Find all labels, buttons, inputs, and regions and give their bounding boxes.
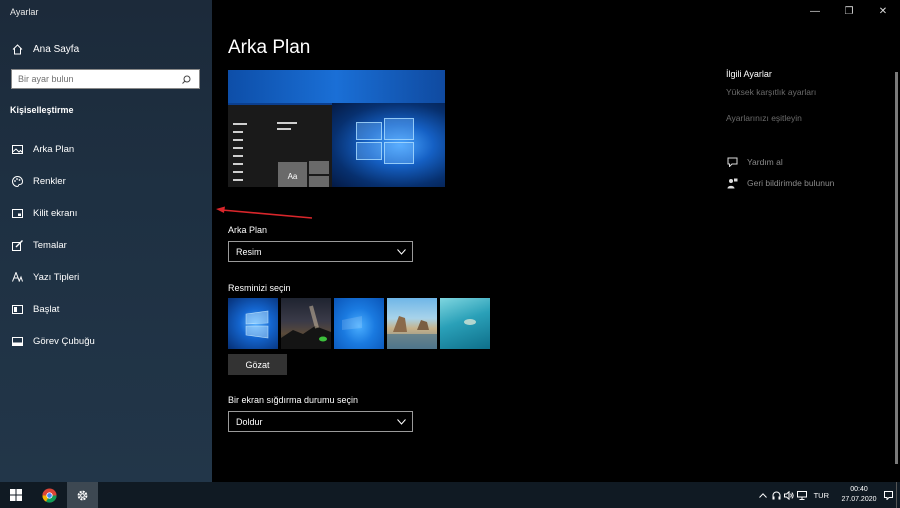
clock-time: 00:40 [850, 486, 868, 493]
show-desktop-button[interactable] [896, 482, 900, 508]
maximize-button[interactable]: ❐ [832, 0, 866, 22]
sidebar-item-label: Temalar [33, 239, 67, 251]
chrome-icon [42, 487, 57, 503]
get-help-label: Yardım al [747, 157, 783, 167]
picture-icon [10, 142, 24, 156]
background-preview: Aa [228, 70, 445, 187]
clock[interactable]: 00:40 27.07.2020 [836, 485, 882, 505]
red-arrow-annotation [216, 206, 313, 219]
gear-icon [77, 490, 88, 500]
sync-settings-link[interactable]: Ayarlarınızı eşitleyin [726, 113, 802, 123]
system-tray: TUR 00:40 27.07.2020 [757, 482, 900, 508]
brush-icon [10, 238, 24, 252]
feedback-link[interactable]: Geri bildirimde bulunun [726, 177, 834, 189]
palette-icon [10, 174, 24, 188]
app-title: Ayarlar [10, 7, 39, 17]
preview-tile: Aa [278, 162, 307, 187]
section-title: Kişiselleştirme [10, 105, 74, 115]
taskbar-icon [10, 334, 24, 348]
sidebar-item-renkler[interactable]: Renkler [10, 174, 66, 188]
sidebar-item-home[interactable]: Ana Sayfa [10, 42, 79, 56]
sidebar-item-home-label: Ana Sayfa [33, 43, 80, 55]
thumbnail-blue-light[interactable] [334, 298, 384, 349]
thumbnail-beach-rocks[interactable] [387, 298, 437, 349]
sidebar-item-label: Kilit ekranı [33, 207, 78, 219]
minimize-button[interactable]: — [798, 0, 832, 22]
feedback-label: Geri bildirimde bulunun [747, 178, 835, 188]
chevron-down-icon [397, 417, 406, 427]
background-dropdown[interactable]: Resim [228, 241, 413, 262]
start-icon [10, 302, 24, 316]
settings-taskbar-button[interactable] [67, 482, 98, 508]
notification-icon[interactable] [882, 482, 894, 508]
background-label: Arka Plan [228, 225, 268, 235]
close-button[interactable]: ✕ [866, 0, 900, 22]
windows-logo-wallpaper [348, 112, 422, 164]
main-panel: — ❐ ✕ Arka Plan Aa Arka Plan Resim Resmi… [212, 0, 900, 482]
fit-label: Bir ekran sığdırma durumu seçin [228, 395, 359, 405]
search-box[interactable] [11, 69, 200, 89]
sidebar-item-label: Görev Çubuğu [33, 335, 95, 347]
sidebar-item-gorev-cubugu[interactable]: Görev Çubuğu [10, 334, 95, 348]
clock-date: 27.07.2020 [841, 496, 877, 503]
volume-icon[interactable] [783, 482, 796, 508]
lock-screen-icon [10, 206, 24, 220]
taskbar: TUR 00:40 27.07.2020 [0, 482, 900, 508]
related-settings-title: İlgili Ayarlar [726, 69, 772, 79]
browse-button[interactable]: Gözat [228, 354, 287, 375]
windows-icon [10, 489, 22, 501]
scrollbar[interactable] [895, 72, 898, 464]
sidebar-item-kilit-ekrani[interactable]: Kilit ekranı [10, 206, 77, 220]
sidebar-item-yazi-tipleri[interactable]: Yazı Tipleri [10, 270, 79, 284]
search-input[interactable] [12, 71, 177, 87]
font-icon [10, 270, 24, 284]
help-chat-icon [726, 156, 738, 168]
search-icon[interactable] [177, 75, 195, 84]
page-title: Arka Plan [228, 37, 311, 58]
start-button[interactable] [0, 482, 32, 508]
sidebar-item-label: Arka Plan [33, 143, 75, 155]
chrome-taskbar-button[interactable] [34, 482, 65, 508]
sidebar: Ayarlar Ana Sayfa Kişiselleştirme Arka P… [0, 0, 212, 482]
get-help-link[interactable]: Yardım al [726, 156, 783, 168]
network-icon[interactable] [796, 482, 809, 508]
headset-icon[interactable] [770, 482, 783, 508]
preview-start-menu: Aa [228, 105, 332, 187]
sidebar-item-temalar[interactable]: Temalar [10, 238, 67, 252]
sidebar-item-label: Renkler [33, 175, 66, 187]
thumbnail-night-sky[interactable] [281, 298, 331, 349]
high-contrast-link[interactable]: Yüksek karşıtlık ayarları [726, 87, 816, 97]
background-dropdown-value: Resim [236, 246, 262, 257]
chevron-down-icon [397, 247, 406, 257]
sidebar-item-arka-plan[interactable]: Arka Plan [10, 142, 74, 156]
language-indicator[interactable]: TUR [814, 491, 829, 500]
thumbnail-underwater[interactable] [440, 298, 490, 349]
fit-dropdown-value: Doldur [236, 416, 263, 427]
sidebar-item-label: Yazı Tipleri [33, 271, 80, 283]
sidebar-item-label: Başlat [33, 303, 60, 315]
choose-picture-label: Resminizi seçin [228, 283, 291, 293]
feedback-icon [726, 177, 738, 189]
chevron-up-icon[interactable] [757, 482, 770, 508]
fit-dropdown[interactable]: Doldur [228, 411, 413, 432]
window-controls: — ❐ ✕ [798, 0, 900, 22]
thumbnail-windows[interactable] [228, 298, 278, 349]
home-icon [10, 42, 24, 56]
sidebar-item-baslat[interactable]: Başlat [10, 302, 59, 316]
